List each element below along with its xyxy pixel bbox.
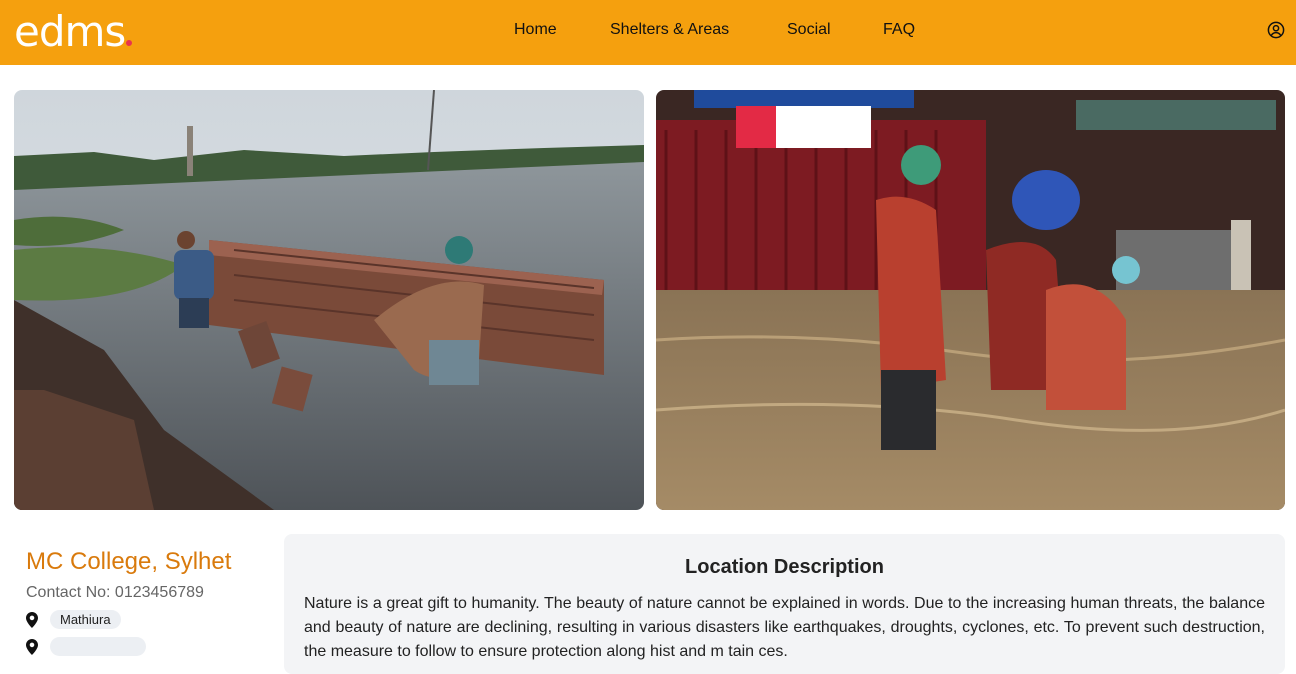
map-pin-icon — [26, 611, 38, 628]
location-name: MC College, Sylhet — [26, 548, 232, 575]
family-wading-through-flooded-street-photo — [656, 90, 1285, 510]
logo[interactable]: edms — [14, 6, 133, 58]
top-nav-bar: edms Home Shelters & Areas Social FAQ — [0, 0, 1296, 65]
description-title: Location Description — [685, 556, 884, 578]
logo-dot — [126, 40, 133, 46]
area-item: Mathiura — [26, 610, 266, 629]
location-description-card: Location Description Nature is a great g… — [284, 534, 1285, 674]
user-circle-icon[interactable] — [1267, 21, 1285, 39]
description-body: Nature is a great gift to humanity. The … — [304, 595, 1265, 660]
nav-faq[interactable]: FAQ — [883, 21, 915, 39]
area-chip: Mathiura — [50, 610, 121, 629]
nav-shelters-areas[interactable]: Shelters & Areas — [610, 21, 729, 39]
nav-social[interactable]: Social — [787, 21, 831, 39]
logo-text: edms — [14, 7, 126, 56]
nav-home[interactable]: Home — [514, 21, 557, 39]
men-building-brick-wall-in-floodwater-photo — [14, 90, 644, 510]
contact-number: Contact No: 0123456789 — [26, 584, 204, 601]
location-info: MC College, Sylhet Contact No: 012345678… — [26, 548, 266, 656]
